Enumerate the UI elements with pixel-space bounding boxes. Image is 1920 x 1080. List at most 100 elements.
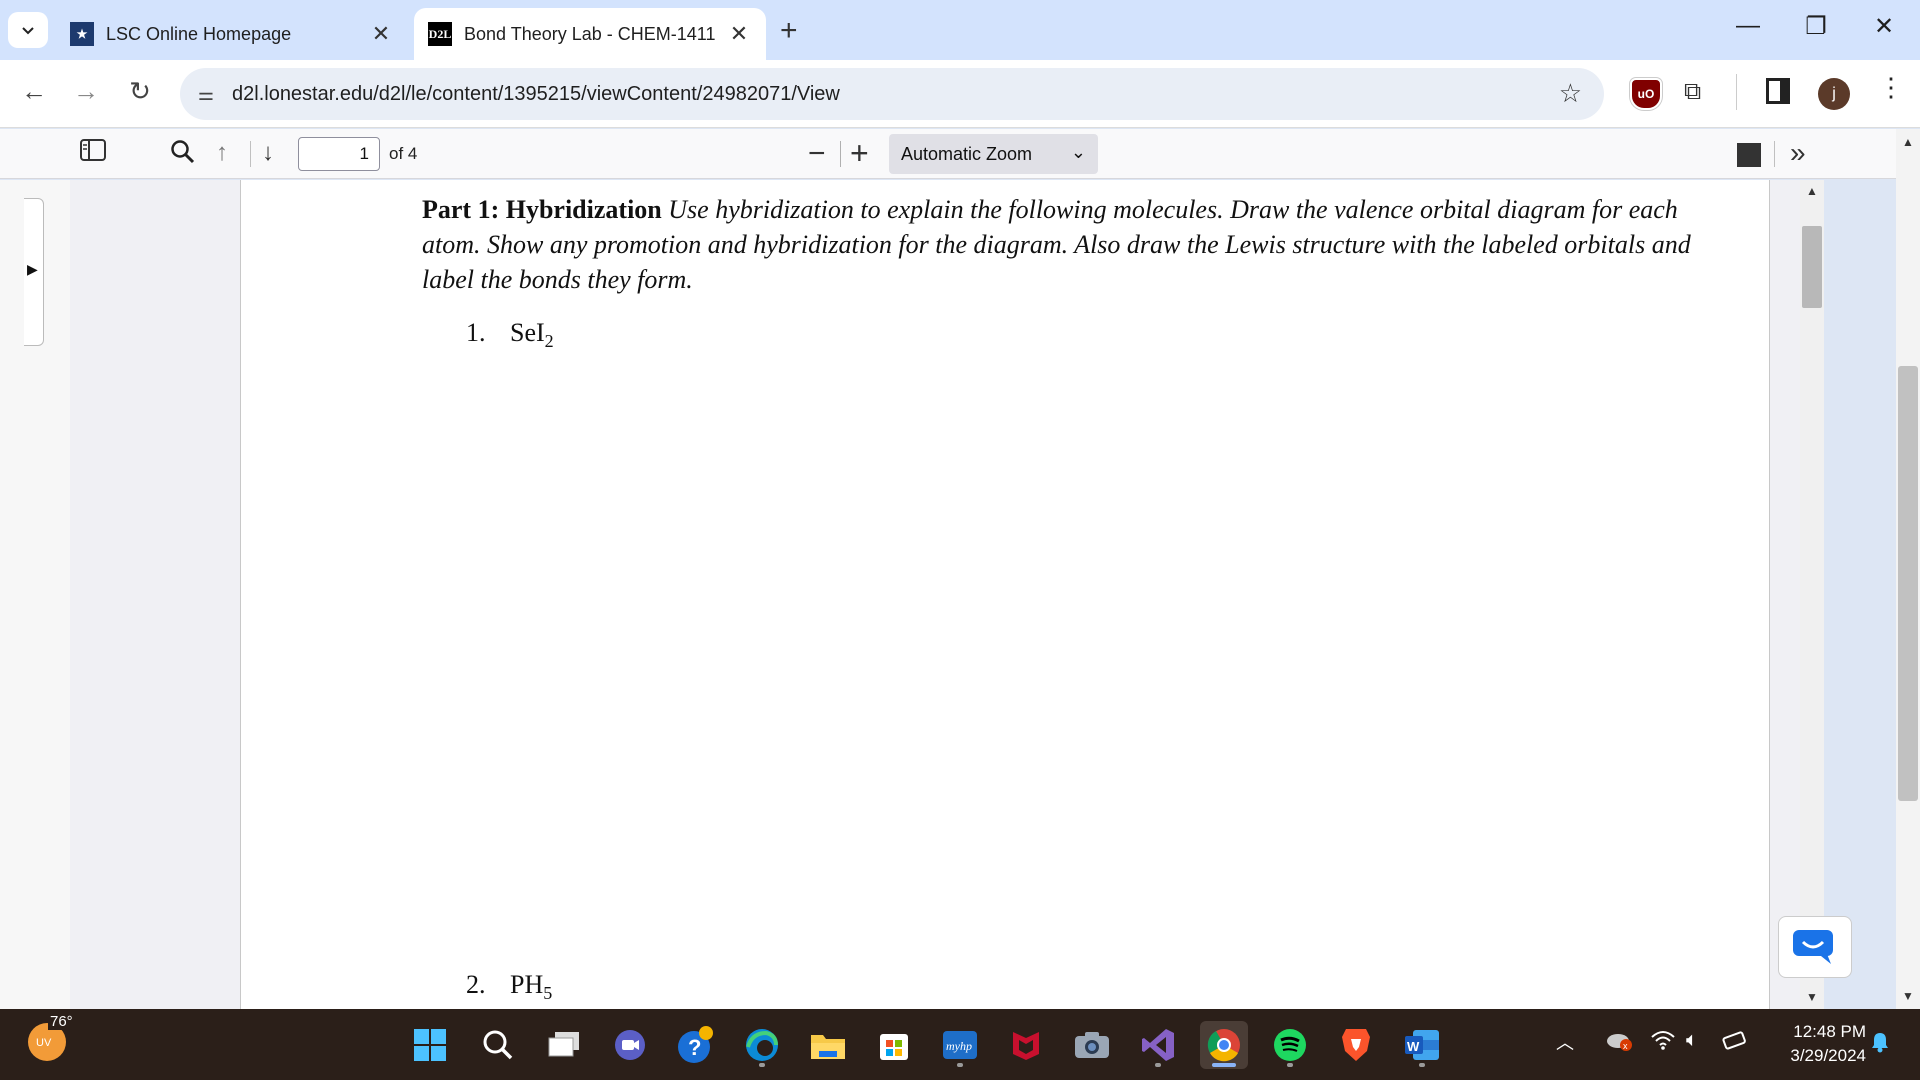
tools-menu-double-chevron-icon[interactable]: » xyxy=(1790,137,1806,169)
zoom-in-icon[interactable]: + xyxy=(850,135,869,172)
minimize-button[interactable]: — xyxy=(1728,12,1768,40)
windows-start-icon[interactable] xyxy=(406,1021,454,1069)
show-hidden-icons-chevron-icon[interactable]: ︿ xyxy=(1556,1029,1574,1055)
chevron-down-icon xyxy=(22,27,34,35)
page-count: of 4 xyxy=(389,144,418,163)
pdf-viewer: Part 1: Hybridization Use hybridization … xyxy=(70,180,1824,1009)
running-indicator xyxy=(957,1063,963,1067)
toolbar-divider xyxy=(1736,74,1737,110)
pdf-toolbar-divider xyxy=(1774,141,1775,167)
tab-bond-theory-lab[interactable]: D2L Bond Theory Lab - CHEM-1411 ✕ xyxy=(414,8,766,60)
chat-bubble-icon xyxy=(1793,930,1833,964)
chat-help-button[interactable] xyxy=(1778,916,1852,978)
browser-menu-icon[interactable]: ⋮ xyxy=(1878,72,1904,103)
page-scrollbar[interactable]: ▲ ▼ xyxy=(1896,129,1920,1009)
site-info-icon[interactable]: ⚌ xyxy=(180,84,232,105)
url-text: d2l.lonestar.edu/d2l/le/content/1395215/… xyxy=(232,82,840,105)
mcafee-icon[interactable] xyxy=(1002,1021,1050,1069)
new-tab-button[interactable]: + xyxy=(780,14,798,48)
onedrive-cloud-icon[interactable]: x xyxy=(1604,1029,1632,1057)
extensions-puzzle-icon[interactable]: ⧉ xyxy=(1684,78,1701,106)
question-number: 2. xyxy=(466,970,486,999)
visual-studio-icon[interactable] xyxy=(1134,1021,1182,1069)
question-formula: SeI xyxy=(510,318,545,347)
microsoft-store-icon[interactable] xyxy=(870,1021,918,1069)
taskbar-clock[interactable]: 12:48 PM 3/29/2024 xyxy=(1766,1020,1866,1068)
clock-date: 3/29/2024 xyxy=(1790,1046,1866,1065)
pdf-scrollbar[interactable]: ▲ ▼ xyxy=(1800,180,1824,1009)
zoom-divider xyxy=(840,141,841,167)
editor-toggle-icon[interactable] xyxy=(1737,143,1761,167)
formula-subscript: 2 xyxy=(544,331,554,352)
lsc-star-icon: ★ xyxy=(70,22,94,46)
scroll-up-arrow-icon[interactable]: ▲ xyxy=(1806,184,1818,198)
d2l-favicon-icon: D2L xyxy=(428,22,452,46)
brave-browser-icon[interactable] xyxy=(1332,1021,1380,1069)
scroll-down-arrow-icon[interactable]: ▼ xyxy=(1806,990,1818,1004)
running-indicator xyxy=(1287,1063,1293,1067)
question-1: 1. SeI2 xyxy=(466,318,554,352)
tab-title: LSC Online Homepage xyxy=(106,23,292,44)
part-1-instructions: Part 1: Hybridization Use hybridization … xyxy=(422,192,1722,297)
back-button[interactable]: ← xyxy=(16,76,52,107)
previous-page-arrow-icon[interactable]: ↑ xyxy=(216,139,228,167)
file-explorer-icon[interactable] xyxy=(804,1021,852,1069)
myhp-icon[interactable]: myhp xyxy=(936,1021,984,1069)
browser-toolbar: ← → ↻ ⚌ d2l.lonestar.edu/d2l/le/content/… xyxy=(0,60,1920,128)
notifications-bell-icon[interactable] xyxy=(1870,1031,1890,1059)
search-icon[interactable] xyxy=(474,1021,522,1069)
close-window-button[interactable]: ✕ xyxy=(1864,12,1904,41)
svg-text:x: x xyxy=(1623,1041,1628,1051)
side-panel-icon[interactable] xyxy=(1766,78,1790,104)
formula-subscript: 5 xyxy=(543,983,553,1004)
forward-button[interactable]: → xyxy=(68,76,104,107)
word-icon[interactable]: W xyxy=(1398,1021,1446,1069)
restore-button[interactable]: ❐ xyxy=(1796,12,1836,41)
profile-avatar[interactable]: j xyxy=(1818,78,1850,110)
address-bar[interactable]: ⚌ d2l.lonestar.edu/d2l/le/content/139521… xyxy=(180,68,1604,120)
content-sidebar-toggle[interactable]: ▶ xyxy=(24,198,44,346)
help-question-icon[interactable]: ? xyxy=(672,1021,720,1069)
ublock-extension-icon[interactable]: uO xyxy=(1630,78,1662,110)
part-heading: Part 1: Hybridization xyxy=(422,195,662,224)
running-indicator xyxy=(759,1063,765,1067)
sidebar-toggle-icon[interactable] xyxy=(80,139,106,168)
svg-text:?: ? xyxy=(688,1035,701,1060)
zoom-out-icon[interactable]: − xyxy=(808,137,826,171)
bookmark-star-icon[interactable]: ☆ xyxy=(1559,78,1582,109)
chrome-icon[interactable] xyxy=(1200,1021,1248,1069)
reload-button[interactable]: ↻ xyxy=(122,76,158,107)
teams-chat-icon[interactable] xyxy=(606,1021,654,1069)
task-view-icon[interactable] xyxy=(540,1021,588,1069)
page-scroll-thumb[interactable] xyxy=(1898,366,1918,801)
camera-icon[interactable] xyxy=(1068,1021,1116,1069)
weather-widget[interactable]: 76° UV xyxy=(28,1013,75,1061)
question-2: 2. PH5 xyxy=(466,970,552,1004)
battery-icon[interactable] xyxy=(1722,1029,1748,1057)
tab-title: Bond Theory Lab - CHEM-1411 xyxy=(464,23,716,44)
scroll-down-arrow-icon[interactable]: ▼ xyxy=(1902,989,1914,1003)
tab-lsc-homepage[interactable]: ★ LSC Online Homepage ✕ xyxy=(56,8,408,60)
svg-text:myhp: myhp xyxy=(946,1039,972,1053)
volume-icon[interactable]: 🔈︎ xyxy=(1686,1029,1698,1052)
windows-taskbar: 76° UV ? myhp W ︿ x 🔈︎ 12:48 PM 3/29/202… xyxy=(0,1009,1920,1080)
triangle-right-icon: ▶ xyxy=(27,261,38,277)
page-number-input[interactable]: 1 xyxy=(298,137,380,171)
edge-browser-icon[interactable] xyxy=(738,1021,786,1069)
tab-search-button[interactable] xyxy=(8,12,48,48)
close-tab-icon[interactable]: ✕ xyxy=(368,21,394,47)
running-indicator xyxy=(1212,1063,1236,1067)
wifi-icon[interactable] xyxy=(1650,1029,1676,1057)
find-search-icon[interactable] xyxy=(170,139,196,172)
pdf-scroll-thumb[interactable] xyxy=(1802,226,1822,308)
zoom-select[interactable]: Automatic Zoom ⌄ xyxy=(889,134,1098,174)
weather-temperature: 76° xyxy=(48,1013,75,1030)
pdf-toolbar-divider xyxy=(250,141,251,167)
word-label: W xyxy=(1407,1039,1420,1054)
next-page-arrow-icon[interactable]: ↓ xyxy=(262,139,274,167)
close-tab-icon[interactable]: ✕ xyxy=(726,21,752,47)
spotify-icon[interactable] xyxy=(1266,1021,1314,1069)
zoom-select-value: Automatic Zoom xyxy=(901,144,1033,164)
scroll-up-arrow-icon[interactable]: ▲ xyxy=(1902,135,1914,149)
question-formula: PH xyxy=(510,970,544,999)
